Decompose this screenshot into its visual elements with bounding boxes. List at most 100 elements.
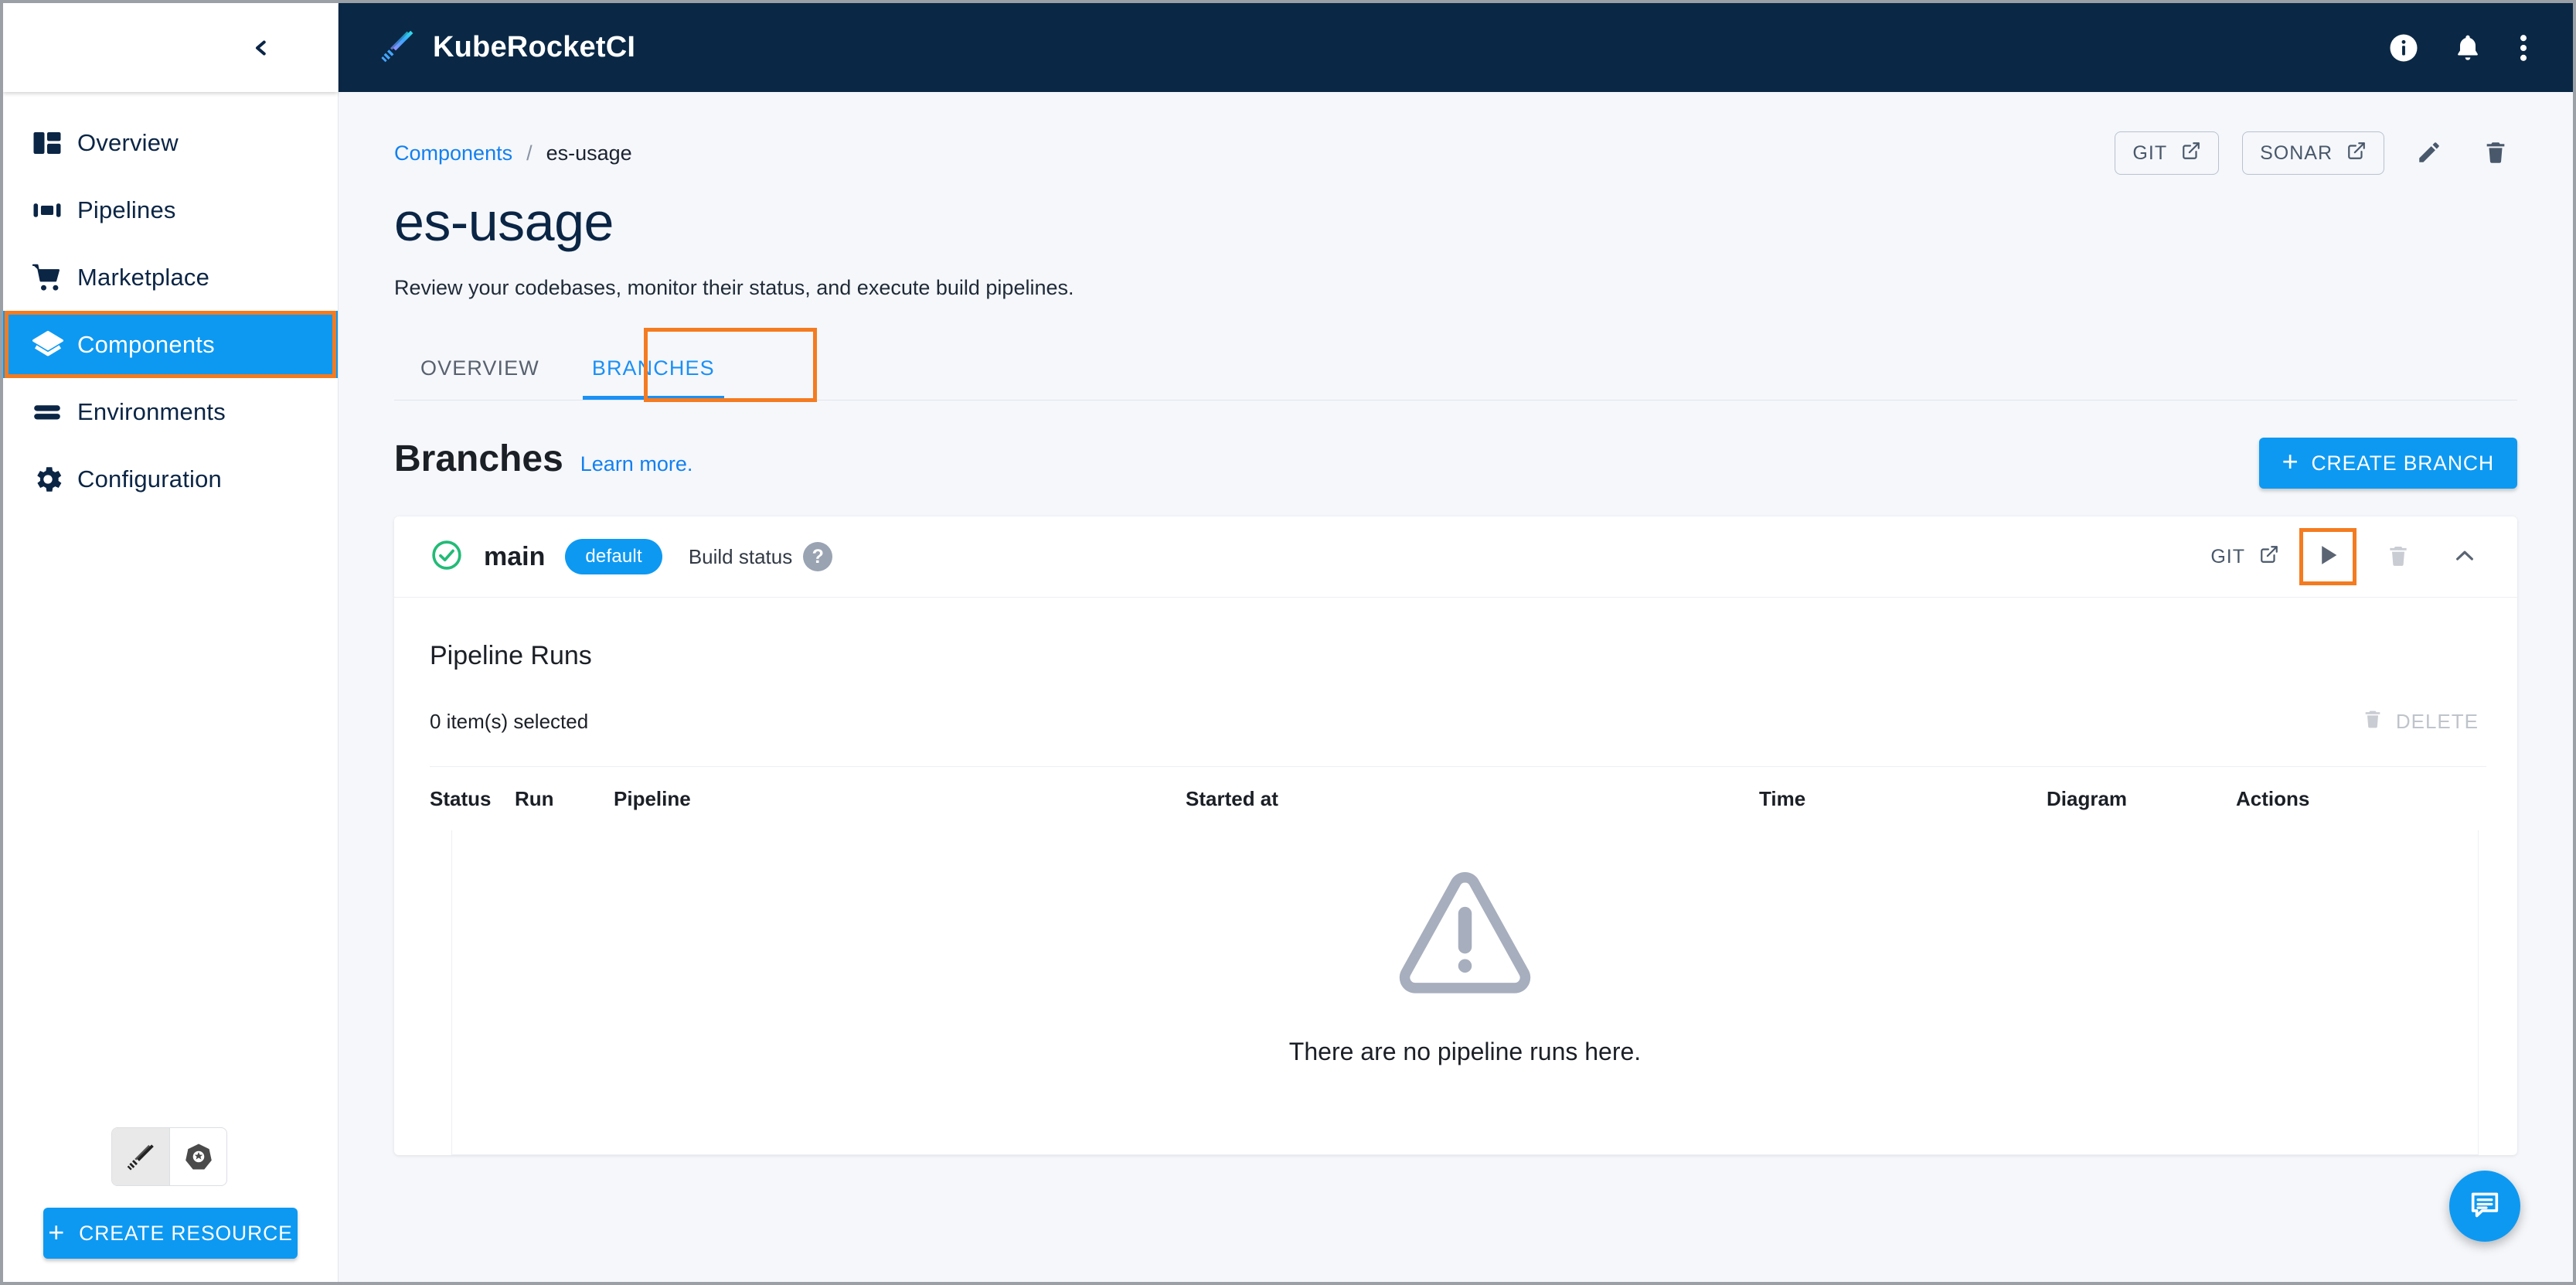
branch-name: main [484, 541, 546, 571]
tab-bar: OVERVIEW BRANCHES [394, 328, 2517, 402]
empty-state-text: There are no pipeline runs here. [1288, 1038, 1642, 1065]
sidebar-item-marketplace[interactable]: Marketplace [3, 244, 338, 311]
create-branch-button[interactable]: + CREATE BRANCH [2258, 438, 2517, 489]
brand-name: KubeRocketCI [433, 31, 636, 63]
play-icon [2315, 542, 2341, 572]
page-subtitle: Review your codebases, monitor their sta… [394, 276, 1074, 299]
top-bar-actions [2387, 31, 2542, 65]
app-window: Overview Pipelines Marketplace Component… [3, 3, 2573, 1282]
sidebar-header [3, 3, 338, 92]
delete-runs-button[interactable]: DELETE [2362, 708, 2479, 735]
branch-git-link[interactable]: GIT [2210, 544, 2279, 570]
collapse-branch-button[interactable] [2443, 535, 2486, 578]
info-icon[interactable] [2387, 32, 2420, 64]
sidebar-item-overview[interactable]: Overview [3, 109, 338, 176]
sidebar-item-label: Pipelines [77, 196, 176, 223]
dashboard-icon [26, 127, 77, 159]
sidebar-item-label: Overview [77, 128, 179, 156]
status-badge: default [565, 539, 662, 574]
external-link-icon [2181, 141, 2201, 166]
sidebar-item-label: Configuration [77, 465, 222, 493]
sidebar-footer: + CREATE RESOURCE [3, 1127, 338, 1282]
trash-icon [2482, 139, 2509, 168]
create-branch-label: CREATE BRANCH [2311, 451, 2494, 475]
chat-fab-button[interactable] [2449, 1171, 2520, 1242]
sidebar-item-pipelines[interactable]: Pipelines [3, 176, 338, 244]
sidebar-item-components[interactable]: Components [3, 311, 338, 378]
plus-icon: + [48, 1215, 66, 1248]
sidebar-item-label: Environments [77, 397, 226, 425]
sidebar-item-label: Marketplace [77, 263, 210, 291]
column-header-pipeline[interactable]: Pipeline [614, 787, 1186, 811]
trash-icon [2362, 708, 2384, 735]
learn-more-link[interactable]: Learn more. [580, 452, 693, 476]
branches-title: Branches [394, 438, 563, 479]
pencil-icon [2416, 139, 2442, 168]
build-status-label: Build status [688, 544, 793, 568]
create-resource-label: CREATE RESOURCE [79, 1221, 293, 1245]
git-label: GIT [2132, 141, 2168, 164]
selected-count: 0 item(s) selected [430, 710, 589, 733]
branches-header: Branches Learn more. + CREATE BRANCH [394, 438, 2517, 489]
sidebar-item-environments[interactable]: Environments [3, 378, 338, 445]
external-link-icon [2259, 544, 2279, 570]
sonar-link-button[interactable]: SONAR [2242, 131, 2384, 175]
kuberocket-logo-icon[interactable] [112, 1128, 169, 1185]
pipeline-runs-panel: Pipeline Runs 0 item(s) selected DELETE [394, 598, 2517, 1155]
column-header-startedat[interactable]: Started at [1186, 787, 1759, 811]
git-label: GIT [2210, 545, 2245, 568]
run-pipeline-button[interactable] [2299, 528, 2357, 585]
gear-icon [26, 462, 77, 496]
more-vertical-icon[interactable] [2516, 31, 2531, 65]
page-title: es-usage [394, 192, 614, 252]
brand[interactable]: KubeRocketCI [379, 27, 635, 68]
pipeline-runs-table: Status Run Pipeline Started at Time Diag… [430, 766, 2486, 1155]
sidebar-item-label: Components [77, 330, 215, 358]
column-header-diagram[interactable]: Diagram [2047, 787, 2236, 811]
create-resource-button[interactable]: + CREATE RESOURCE [43, 1208, 298, 1259]
trash-icon [2386, 544, 2411, 571]
top-bar: KubeRocketCI [339, 3, 2573, 92]
column-header-time[interactable]: Time [1759, 787, 2047, 811]
tab-label: OVERVIEW [420, 356, 539, 380]
sidebar-item-configuration[interactable]: Configuration [3, 445, 338, 513]
breadcrumb: Components / es-usage [394, 141, 632, 165]
chat-bubble-icon [2467, 1188, 2503, 1225]
tab-overview[interactable]: OVERVIEW [394, 336, 566, 400]
delete-branch-button[interactable] [2377, 535, 2420, 578]
sonar-label: SONAR [2260, 141, 2333, 164]
edit-component-button[interactable] [2408, 131, 2451, 175]
tab-label: BRANCHES [591, 356, 715, 380]
tab-branches[interactable]: BRANCHES [566, 336, 741, 400]
pipelines-icon [26, 194, 77, 227]
branch-summary-row[interactable]: main default Build status ? GIT [394, 516, 2517, 598]
pipeline-runs-title: Pipeline Runs [430, 641, 592, 670]
table-header-row: Status Run Pipeline Started at Time Diag… [430, 767, 2486, 830]
kubernetes-icon[interactable] [169, 1128, 226, 1185]
pipeline-runs-toolbar: 0 item(s) selected DELETE [430, 708, 2486, 735]
breadcrumb-separator: / [526, 141, 533, 165]
breadcrumb-current: es-usage [546, 141, 632, 165]
chevron-up-icon [2452, 544, 2477, 571]
external-link-icon [2346, 141, 2367, 166]
chevron-left-icon[interactable] [245, 32, 277, 64]
bell-icon[interactable] [2452, 32, 2483, 63]
breadcrumb-link-components[interactable]: Components [394, 141, 512, 165]
sidebar-nav: Overview Pipelines Marketplace Component… [3, 92, 338, 513]
header-actions: GIT SONAR [2115, 131, 2517, 175]
delete-component-button[interactable] [2474, 131, 2517, 175]
layers-icon [26, 328, 77, 362]
breadcrumb-row: Components / es-usage GIT SONAR [394, 129, 2517, 177]
branch-actions: GIT [2210, 528, 2486, 585]
stack-icon [26, 396, 77, 428]
plus-icon: + [2282, 445, 2299, 477]
branch-accordion: main default Build status ? GIT Pipeline… [394, 516, 2517, 1155]
cluster-toggle[interactable] [111, 1127, 227, 1186]
rocket-feather-logo-icon [379, 27, 416, 68]
column-header-run[interactable]: Run [515, 787, 614, 811]
git-link-button[interactable]: GIT [2115, 131, 2220, 175]
column-header-status[interactable]: Status [430, 787, 515, 811]
empty-state: There are no pipeline runs here. [451, 830, 2479, 1155]
help-icon[interactable]: ? [803, 542, 833, 571]
column-header-actions[interactable]: Actions [2236, 787, 2309, 811]
